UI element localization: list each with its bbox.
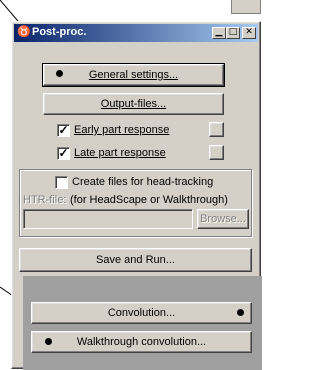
maximize-button[interactable]: □	[226, 27, 240, 39]
late-part-options-button[interactable]	[209, 145, 224, 160]
walkthrough-convolution-button[interactable]: Walkthrough convolution...	[31, 331, 252, 353]
general-settings-button[interactable]: General settings...	[42, 63, 225, 87]
callout-dot-general	[56, 70, 63, 77]
save-and-run-label: Save and Run...	[96, 254, 175, 266]
htr-hint: (for HeadScape or Walkthrough)	[70, 194, 228, 206]
htr-file-label: HTR-file:	[23, 194, 67, 206]
callout-dot-convolution	[237, 309, 244, 316]
post-proc-window: ♉ Post-proc. ▁ □ ✕ General settings... O…	[11, 21, 262, 370]
close-button[interactable]: ✕	[242, 27, 256, 39]
browse-label: Browse...	[200, 213, 246, 225]
minimize-button[interactable]: ▁	[212, 27, 226, 39]
output-files-button[interactable]: Output-files...	[43, 93, 224, 115]
browse-button[interactable]: Browse...	[197, 209, 249, 229]
convolution-button[interactable]: Convolution...	[31, 302, 252, 324]
save-and-run-button[interactable]: Save and Run...	[19, 248, 252, 272]
window-title: Post-proc.	[32, 26, 87, 38]
app-icon: ♉	[17, 26, 31, 38]
early-part-checkbox[interactable]: ✓	[57, 124, 70, 137]
late-part-checkbox[interactable]: ✓	[57, 147, 70, 160]
background-window-fragment	[231, 0, 261, 14]
early-part-options-button[interactable]	[209, 122, 224, 137]
htr-file-input[interactable]	[23, 209, 193, 229]
general-settings-label: General settings...	[88, 69, 179, 81]
title-bar[interactable]: ♉ Post-proc. ▁ □ ✕	[14, 24, 258, 42]
callout-dot-walkthrough	[45, 338, 52, 345]
early-part-label: Early part response	[74, 124, 170, 136]
late-part-label: Late part response	[74, 147, 166, 159]
output-files-label: Output-files...	[100, 98, 167, 110]
head-tracking-checkbox[interactable]	[55, 176, 68, 189]
convolution-label: Convolution...	[107, 307, 176, 319]
head-tracking-group: Create files for head-tracking HTR-file:…	[19, 169, 252, 237]
walkthrough-convolution-label: Walkthrough convolution...	[76, 336, 207, 348]
head-tracking-label: Create files for head-tracking	[72, 176, 214, 188]
